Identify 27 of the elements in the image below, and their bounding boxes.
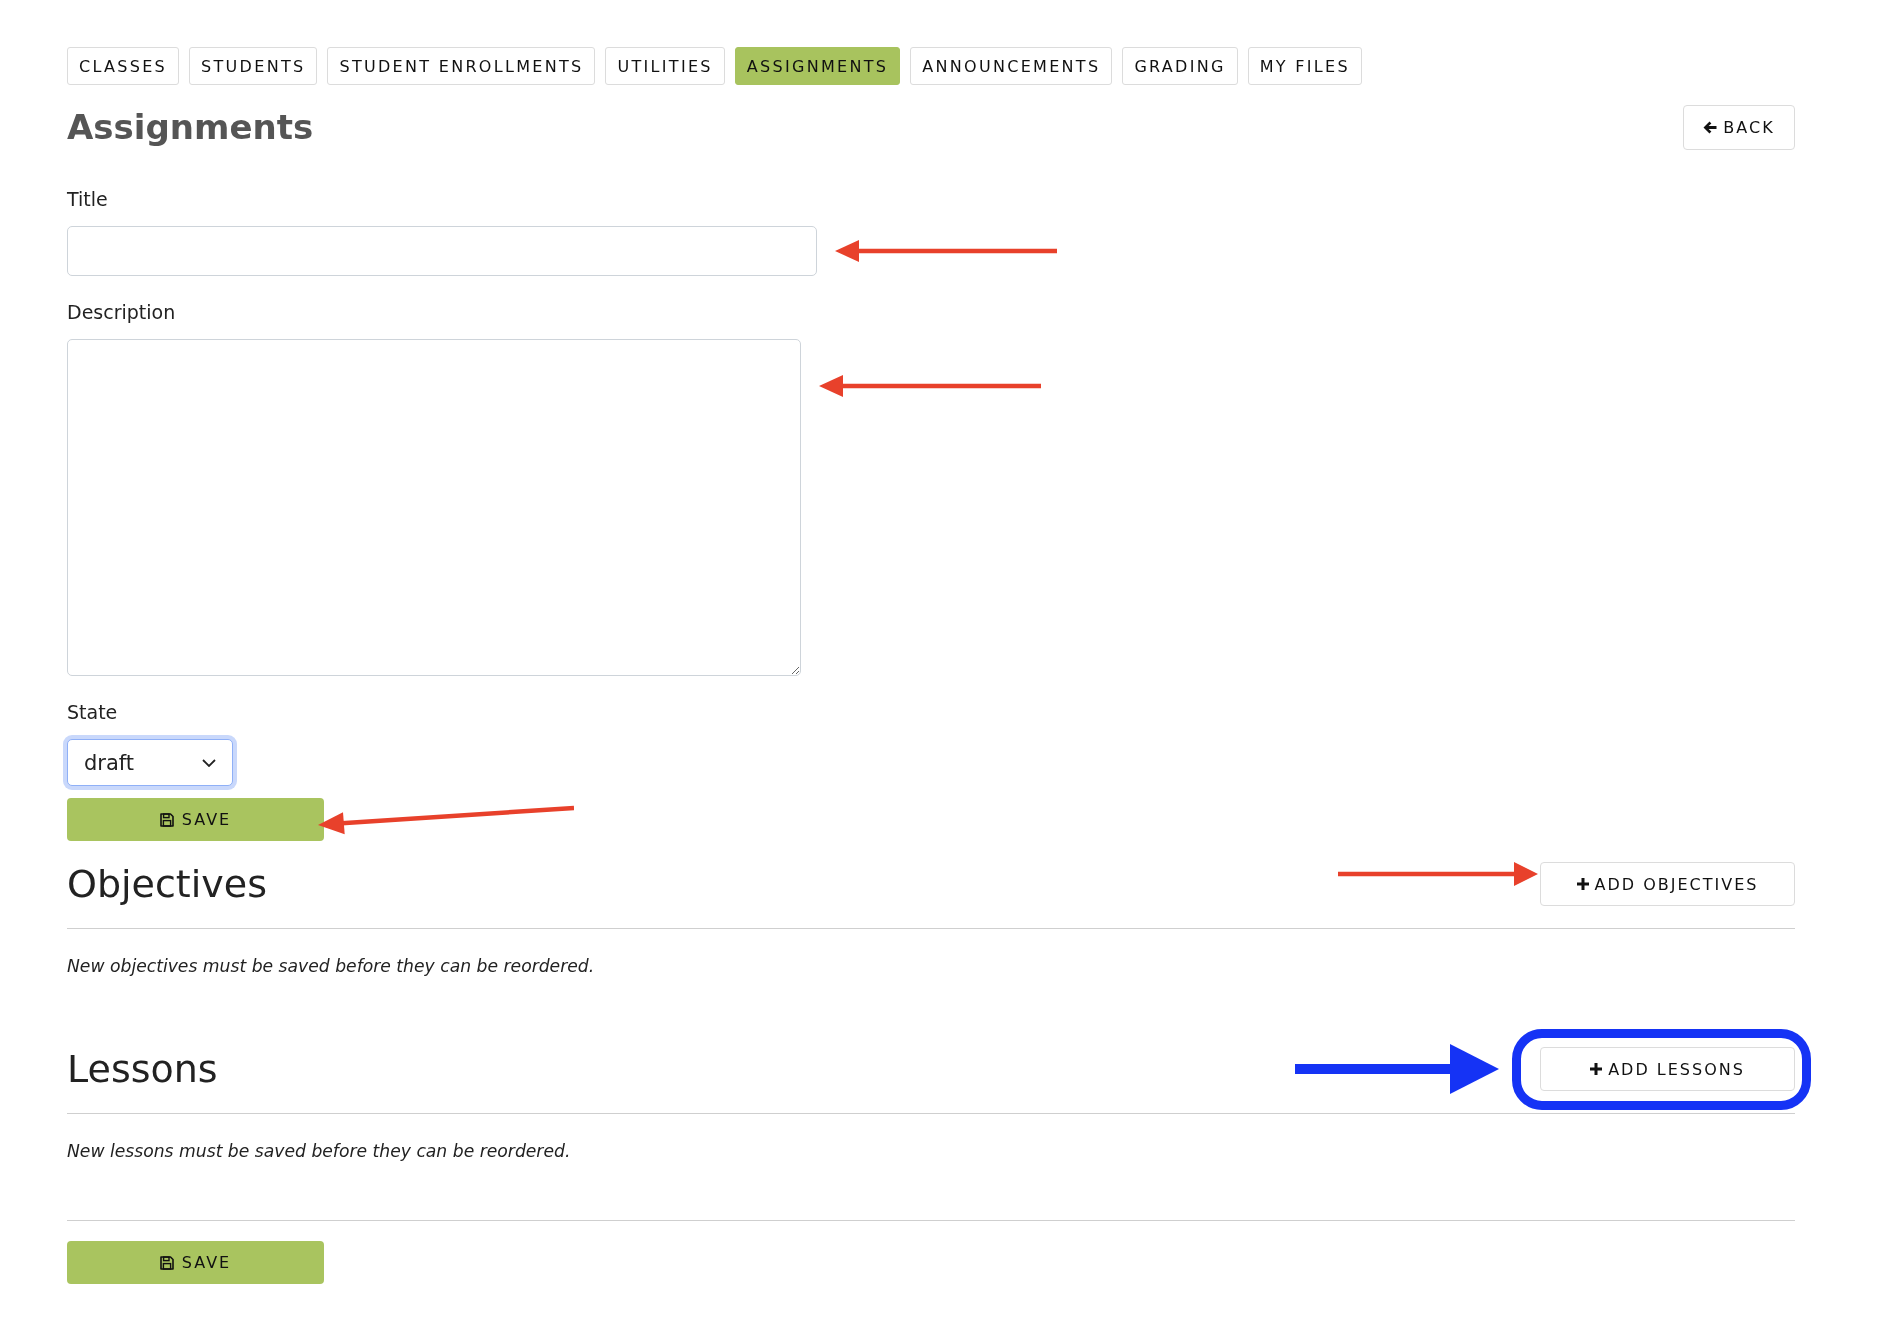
section-heading: Objectives bbox=[67, 862, 267, 906]
input-field[interactable] bbox=[67, 226, 817, 276]
field-label: State bbox=[67, 701, 118, 723]
field-label: Description bbox=[67, 301, 176, 323]
section-note: New lessons must be saved before they can be reordered. bbox=[67, 1140, 571, 1162]
nav-tab[interactable]: ANNOUNCEMENTS bbox=[910, 47, 1113, 85]
page-title: Assignments bbox=[67, 106, 314, 149]
section-note: New objectives must be saved before they can be reordered. bbox=[67, 955, 595, 977]
chevron-down-icon bbox=[202, 758, 216, 767]
plus-icon bbox=[1590, 1063, 1603, 1075]
nav-tab[interactable]: MY FILES bbox=[1247, 47, 1362, 85]
field-label: Title bbox=[67, 188, 108, 210]
textarea-field[interactable] bbox=[67, 339, 801, 676]
nav-tab[interactable]: STUDENT ENROLLMENTS bbox=[327, 47, 596, 85]
back-button[interactable]: BACK bbox=[1683, 105, 1795, 150]
add-button[interactable]: ADD LESSONS bbox=[1540, 1047, 1795, 1091]
save-button[interactable]: SAVE bbox=[67, 798, 324, 841]
plus-icon bbox=[1576, 878, 1589, 890]
add-button[interactable]: ADD OBJECTIVES bbox=[1540, 862, 1795, 906]
section-heading: Lessons bbox=[67, 1047, 218, 1091]
nav-tab[interactable]: CLASSES bbox=[67, 47, 180, 85]
arrow-left-icon bbox=[1703, 121, 1718, 134]
save-button[interactable]: SAVE bbox=[67, 1241, 324, 1284]
nav-tab[interactable]: UTILITIES bbox=[605, 47, 725, 85]
nav-tab[interactable]: GRADING bbox=[1122, 47, 1238, 85]
nav-tab[interactable]: ASSIGNMENTS bbox=[734, 47, 901, 85]
nav-tab[interactable]: STUDENTS bbox=[189, 47, 318, 85]
